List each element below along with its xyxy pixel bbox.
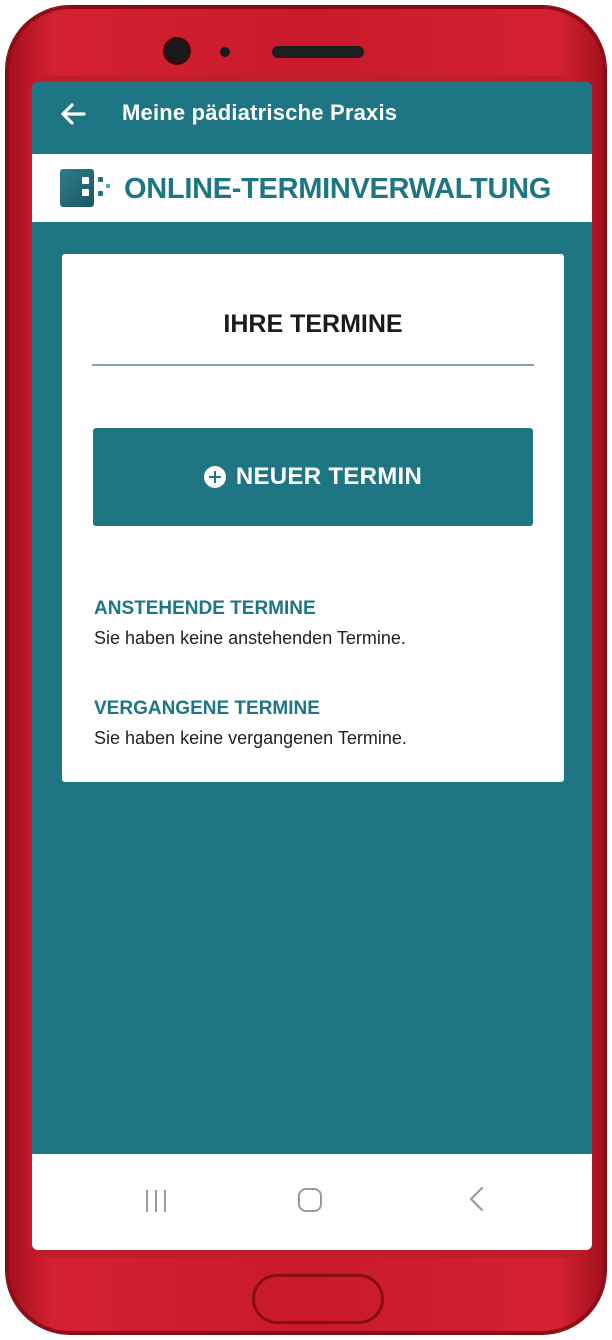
past-section-text: Sie haben keine vergangenen Termine.	[94, 728, 407, 748]
arrow-left-icon[interactable]	[54, 94, 94, 134]
plus-circle-icon	[203, 466, 226, 488]
front-camera	[166, 40, 188, 62]
card-title: IHRE TERMINE	[223, 310, 403, 338]
recent-apps-icon[interactable]	[142, 1188, 172, 1214]
home-icon[interactable]	[298, 1188, 322, 1212]
new-appointment-label: NEUER TERMIN	[235, 463, 423, 490]
card-divider	[92, 364, 534, 366]
app-bar: Meine pädiatrische Praxis	[32, 82, 592, 152]
back-icon[interactable]	[462, 1182, 492, 1216]
proximity-sensor	[220, 47, 230, 57]
brand-header: ONLINE-TERMINVERWALTUNG	[32, 154, 592, 222]
app-bar-title: Meine pädiatrische Praxis	[122, 100, 398, 125]
app-screen: Meine pädiatrische Praxis ONLINE-TERMINV…	[32, 82, 592, 1250]
system-navigation-bar	[32, 1154, 592, 1250]
upcoming-section-title: ANSTEHENDE TERMINE	[94, 598, 316, 619]
brand-name: ONLINE-TERMINVERWALTUNG	[124, 173, 552, 205]
hardware-home-button[interactable]	[252, 1274, 384, 1324]
appointments-card: IHRE TERMINE NEUER TERMIN ANSTEHENDE TER…	[62, 254, 564, 782]
upcoming-section-text: Sie haben keine anstehenden Termine.	[94, 628, 406, 648]
earpiece-speaker	[272, 46, 364, 58]
past-section-title: VERGANGENE TERMINE	[94, 698, 320, 719]
calendar-logo-icon	[60, 166, 120, 210]
new-appointment-button[interactable]: NEUER TERMIN	[93, 428, 533, 526]
